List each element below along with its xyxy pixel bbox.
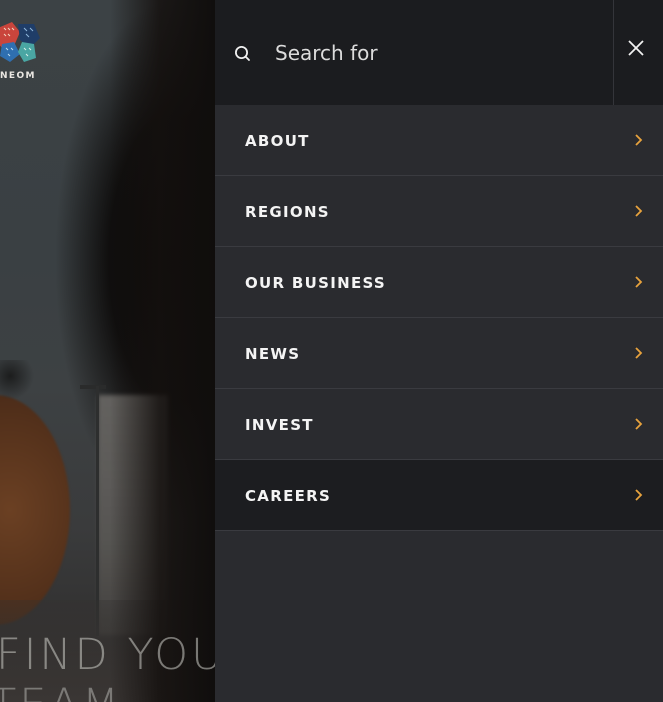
brand-wordmark: NEOM: [0, 71, 36, 81]
brand-logo[interactable]: NEOM: [0, 18, 50, 88]
chevron-right-icon: [635, 205, 643, 217]
search-bar: [215, 0, 663, 105]
close-icon: [628, 40, 644, 56]
menu-item-label: INVEST: [245, 416, 314, 434]
hero-sculpture-letter: [0, 395, 70, 625]
menu-item-careers[interactable]: CAREERS: [215, 460, 663, 531]
chevron-right-icon: [635, 418, 643, 430]
chevron-right-icon: [635, 276, 643, 288]
menu-item-about[interactable]: ABOUT: [215, 105, 663, 176]
navigation-drawer: ABOUT REGIONS OUR BUSINESS NEWS INVEST C…: [215, 0, 663, 702]
menu-item-regions[interactable]: REGIONS: [215, 176, 663, 247]
hero-streetlamp: [80, 385, 106, 389]
chevron-right-icon: [635, 134, 643, 146]
menu-item-invest[interactable]: INVEST: [215, 389, 663, 460]
neom-logo-mark: [0, 22, 40, 62]
menu-item-label: NEWS: [245, 345, 301, 363]
search-input[interactable]: [273, 36, 597, 70]
menu-item-label: OUR BUSINESS: [245, 274, 387, 292]
hero-heading-line1: FIND YOU: [0, 630, 215, 680]
menu-item-label: REGIONS: [245, 203, 330, 221]
menu-item-label: CAREERS: [245, 487, 332, 505]
hero-palm: [0, 360, 34, 400]
hero-streetlamp-pole: [96, 386, 99, 636]
close-menu-button[interactable]: [614, 0, 663, 105]
main-menu: ABOUT REGIONS OUR BUSINESS NEWS INVEST C…: [215, 105, 663, 531]
menu-item-our-business[interactable]: OUR BUSINESS: [215, 247, 663, 318]
chevron-right-icon: [635, 489, 643, 501]
menu-item-news[interactable]: NEWS: [215, 318, 663, 389]
search-icon: [233, 44, 253, 64]
hero-shadow: [110, 0, 215, 702]
hero-background: FIND YOU TEAM: [0, 0, 215, 702]
chevron-right-icon: [635, 347, 643, 359]
menu-item-label: ABOUT: [245, 132, 310, 150]
hero-heading-line2: TEAM: [0, 680, 122, 702]
